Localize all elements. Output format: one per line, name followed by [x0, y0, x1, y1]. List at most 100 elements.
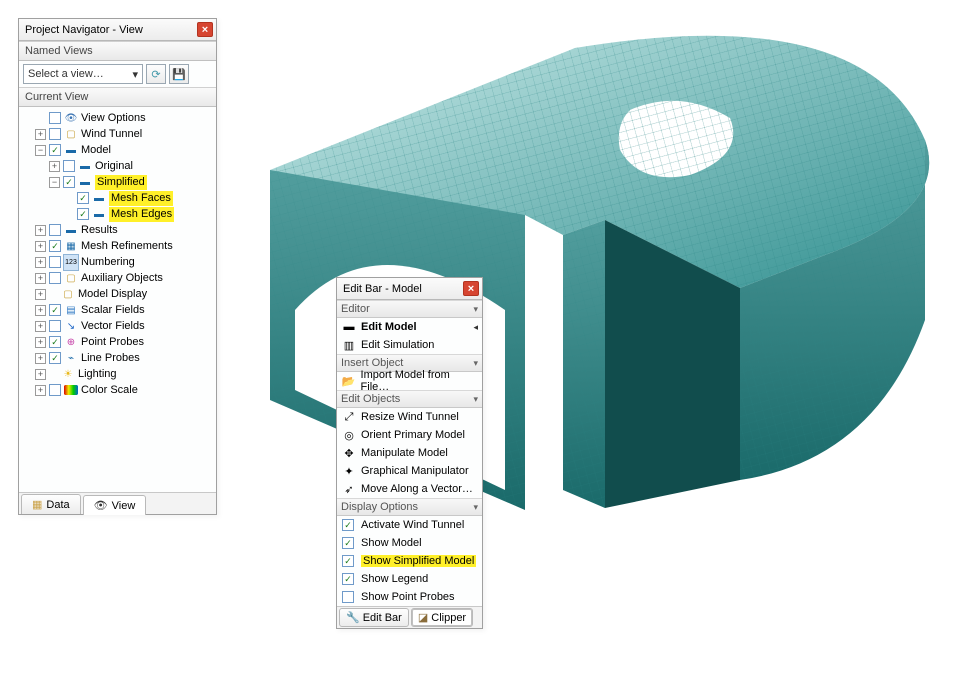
tree-item[interactable]: +⊕Point Probes: [21, 334, 216, 350]
model-viewport[interactable]: [225, 10, 950, 530]
sim-icon: ▥: [341, 338, 357, 352]
view-options-tree[interactable]: 👁 View Options +▢Wind Tunnel−▬Model+▬Ori…: [19, 107, 216, 492]
checkbox[interactable]: [49, 224, 61, 236]
tree-expander[interactable]: +: [35, 129, 46, 140]
tree-item[interactable]: −▬Model: [21, 142, 216, 158]
tree-item[interactable]: +▢Wind Tunnel: [21, 126, 216, 142]
checkbox[interactable]: [49, 384, 61, 396]
checkbox[interactable]: [49, 304, 61, 316]
option-label: Show Legend: [361, 573, 428, 585]
command-item[interactable]: ◎Orient Primary Model: [337, 426, 482, 444]
model-icon: ▬: [92, 191, 106, 205]
tree-item[interactable]: +⌁Line Probes: [21, 350, 216, 366]
checkbox[interactable]: [63, 176, 75, 188]
tree-item[interactable]: +▢Auxiliary Objects: [21, 270, 216, 286]
checkbox[interactable]: [342, 591, 354, 603]
command-item[interactable]: ✦Graphical Manipulator: [337, 462, 482, 480]
tree-expander[interactable]: +: [35, 257, 46, 268]
tree-expander[interactable]: +: [35, 225, 46, 236]
command-label: Move Along a Vector…: [361, 483, 473, 495]
checkbox[interactable]: [77, 208, 89, 220]
tree-expander[interactable]: +: [49, 161, 60, 172]
close-button[interactable]: ×: [197, 22, 213, 37]
tree-item[interactable]: +Color Scale: [21, 382, 216, 398]
checkbox[interactable]: [342, 555, 354, 567]
grid-icon: ▦: [64, 239, 78, 253]
checkbox[interactable]: [49, 144, 61, 156]
command-item[interactable]: ⤢Resize Wind Tunnel: [337, 408, 482, 426]
command-item[interactable]: 📂Import Model from File…: [337, 372, 482, 390]
cube-icon: ▢: [61, 287, 75, 301]
tree-root[interactable]: 👁 View Options: [21, 110, 216, 126]
tree-item[interactable]: −▬Simplified: [21, 174, 216, 190]
tree-item[interactable]: ▬Mesh Faces: [21, 190, 216, 206]
group-editor-header[interactable]: Editor ▾: [337, 300, 482, 318]
command-item[interactable]: ✥Manipulate Model: [337, 444, 482, 462]
tree-expander[interactable]: +: [35, 321, 46, 332]
checkbox[interactable]: [77, 192, 89, 204]
tree-item[interactable]: + ☀Lighting: [21, 366, 216, 382]
display-option[interactable]: Show Legend: [337, 570, 482, 588]
tree-expander[interactable]: +: [35, 289, 46, 300]
group-display-header[interactable]: Display Options ▾: [337, 498, 482, 516]
editbar-footer: 🔧 Edit Bar ◪ Clipper: [337, 606, 482, 628]
display-option[interactable]: Show Point Probes: [337, 588, 482, 606]
eye-icon: 👁: [64, 111, 78, 125]
checkbox[interactable]: [49, 320, 61, 332]
tree-label: Original: [95, 159, 133, 174]
checkbox[interactable]: [49, 128, 61, 140]
checkbox[interactable]: [49, 112, 61, 124]
tree-expander[interactable]: −: [35, 145, 46, 156]
tree-item[interactable]: +▬Results: [21, 222, 216, 238]
tree-expander[interactable]: −: [49, 177, 60, 188]
tree-label: Mesh Faces: [109, 191, 173, 206]
save-view-button[interactable]: 💾: [169, 64, 189, 84]
option-label: Show Simplified Model: [361, 555, 476, 567]
checkbox[interactable]: [49, 272, 61, 284]
tree-item[interactable]: +▤Scalar Fields: [21, 302, 216, 318]
tree-label: Point Probes: [81, 335, 144, 350]
checkbox[interactable]: [49, 256, 61, 268]
panel-title: Edit Bar - Model: [343, 283, 463, 295]
tree-item[interactable]: +▬Original: [21, 158, 216, 174]
tree-expander[interactable]: +: [35, 369, 46, 380]
tree-expander[interactable]: +: [35, 353, 46, 364]
tree-item[interactable]: +▢Model Display: [21, 286, 216, 302]
checkbox[interactable]: [342, 537, 354, 549]
tab-clipper[interactable]: ◪ Clipper: [411, 608, 473, 627]
tree-expander[interactable]: +: [35, 305, 46, 316]
tree-expander[interactable]: +: [35, 337, 46, 348]
tab-view[interactable]: 👁 View: [83, 495, 147, 515]
command-item[interactable]: ▬Edit Model◂: [337, 318, 482, 336]
tree-item[interactable]: + ▦Mesh Refinements: [21, 238, 216, 254]
checkbox[interactable]: [49, 352, 61, 364]
checkbox[interactable]: [63, 160, 75, 172]
display-option[interactable]: Activate Wind Tunnel: [337, 516, 482, 534]
tree-expander[interactable]: +: [35, 273, 46, 284]
display-option[interactable]: Show Model: [337, 534, 482, 552]
light-icon: ☀: [61, 367, 75, 381]
checkbox[interactable]: [342, 573, 354, 585]
command-item[interactable]: ▥Edit Simulation: [337, 336, 482, 354]
resize-icon: ⤢: [341, 410, 357, 424]
tab-label: Data: [46, 499, 69, 511]
checkbox[interactable]: [342, 519, 354, 531]
tree-label: Lighting: [78, 367, 117, 382]
tree-item[interactable]: +123Numbering: [21, 254, 216, 270]
display-option[interactable]: Show Simplified Model: [337, 552, 482, 570]
tree-expander[interactable]: +: [35, 385, 46, 396]
group-editobjects-header[interactable]: Edit Objects ▾: [337, 390, 482, 408]
tree-expander[interactable]: +: [35, 241, 46, 252]
view-select[interactable]: Select a view…: [23, 64, 143, 84]
tree-item[interactable]: ▬Mesh Edges: [21, 206, 216, 222]
tree-item[interactable]: +↘Vector Fields: [21, 318, 216, 334]
tab-data[interactable]: ▦ Data: [21, 494, 81, 514]
close-button[interactable]: ×: [463, 281, 479, 296]
model-icon: ▬: [92, 207, 106, 221]
tab-editbar[interactable]: 🔧 Edit Bar: [339, 608, 409, 627]
checkbox[interactable]: [49, 336, 61, 348]
command-item[interactable]: ➶Move Along a Vector…: [337, 480, 482, 498]
tree-label: Mesh Refinements: [81, 239, 173, 254]
checkbox[interactable]: [49, 240, 61, 252]
refresh-view-button[interactable]: ⟳: [146, 64, 166, 84]
